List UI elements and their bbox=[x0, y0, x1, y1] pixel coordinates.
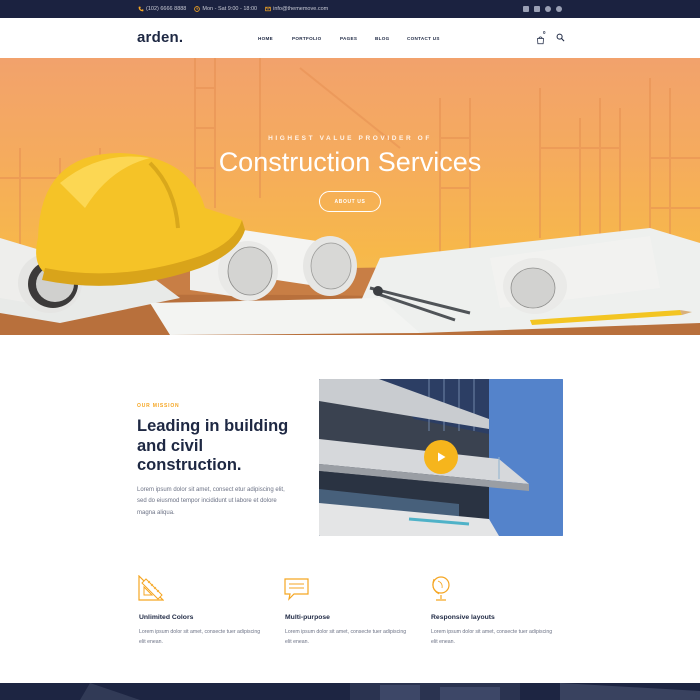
play-icon bbox=[438, 452, 446, 462]
hero-title: Construction Services bbox=[218, 147, 482, 177]
email-item[interactable]: info@thememove.com bbox=[265, 6, 328, 12]
hero-subtitle: HIGHEST VALUE PROVIDER OF bbox=[268, 135, 432, 142]
feature-title: Unlimited Colors bbox=[139, 614, 194, 621]
next-section-preview bbox=[0, 683, 700, 700]
hero-banner: HIGHEST VALUE PROVIDER OF Construction S… bbox=[0, 58, 700, 335]
about-us-button[interactable]: ABOUT US bbox=[319, 191, 381, 212]
nav-pages[interactable]: PAGES bbox=[340, 36, 375, 41]
search-icon[interactable] bbox=[556, 33, 565, 42]
hours-item: Mon - Sat 9:00 - 18:00 bbox=[194, 6, 257, 12]
main-nav: HOME PORTFOLIO PAGES BLOG CONTACT US bbox=[258, 18, 457, 58]
skype-icon[interactable] bbox=[545, 6, 551, 12]
globe-stand-icon bbox=[432, 576, 450, 601]
play-button[interactable] bbox=[424, 440, 458, 474]
dribbble-icon[interactable] bbox=[556, 6, 562, 12]
nav-contact-us[interactable]: CONTACT US bbox=[407, 36, 457, 41]
top-bar: (102) 6666 8888 Mon - Sat 9:00 - 18:00 i… bbox=[0, 0, 700, 18]
mail-icon bbox=[265, 6, 271, 12]
cart-count: 0 bbox=[543, 30, 546, 35]
feature-title: Multi-purpose bbox=[285, 614, 330, 621]
feature-item: Multi-purpose Lorem ipsum dolor sit amet… bbox=[284, 575, 414, 645]
phone-icon bbox=[138, 6, 144, 12]
chat-bubble-icon bbox=[284, 578, 309, 601]
nav-blog[interactable]: BLOG bbox=[375, 36, 407, 41]
ruler-triangle-icon bbox=[138, 574, 165, 601]
building-strip-image bbox=[0, 683, 700, 700]
feature-text: Lorem ipsum dolor sit amet, consecte tue… bbox=[431, 629, 553, 646]
clock-icon bbox=[194, 6, 201, 12]
mission-label: OUR MISSION bbox=[137, 403, 180, 409]
site-header: arden. HOME PORTFOLIO PAGES BLOG CONTACT… bbox=[0, 18, 700, 58]
social-links bbox=[523, 0, 562, 18]
feature-text: Lorem ipsum dolor sit amet, consecte tue… bbox=[285, 629, 407, 646]
contact-info: (102) 6666 8888 Mon - Sat 9:00 - 18:00 i… bbox=[138, 0, 328, 18]
logo[interactable]: arden. bbox=[137, 29, 183, 46]
cart-button[interactable]: 0 bbox=[536, 30, 548, 45]
phone-text: (102) 6666 8888 bbox=[146, 6, 187, 12]
twitter-icon[interactable] bbox=[534, 6, 540, 12]
feature-item: Unlimited Colors Lorem ipsum dolor sit a… bbox=[138, 574, 268, 645]
feature-item: Responsive layouts Lorem ipsum dolor sit… bbox=[430, 575, 560, 645]
hours-text: Mon - Sat 9:00 - 18:00 bbox=[202, 6, 258, 12]
shopping-bag-icon bbox=[537, 36, 544, 45]
mission-text: Lorem ipsum dolor sit amet, consect etur… bbox=[137, 487, 285, 516]
nav-portfolio[interactable]: PORTFOLIO bbox=[292, 36, 340, 41]
nav-home[interactable]: HOME bbox=[258, 36, 292, 41]
email-text: info@thememove.com bbox=[273, 6, 329, 12]
phone-item[interactable]: (102) 6666 8888 bbox=[138, 6, 186, 12]
feature-title: Responsive layouts bbox=[431, 614, 495, 621]
mission-title: Leading in building and civil constructi… bbox=[137, 417, 289, 474]
facebook-icon[interactable] bbox=[523, 6, 529, 12]
feature-text: Lorem ipsum dolor sit amet, consecte tue… bbox=[139, 629, 261, 646]
